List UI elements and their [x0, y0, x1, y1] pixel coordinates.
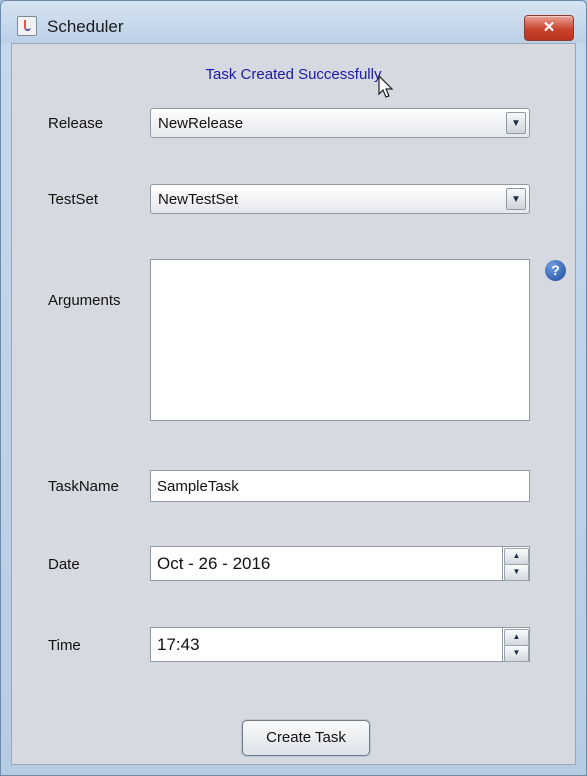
release-dropdown[interactable]: NewRelease ▼ — [150, 108, 530, 138]
title-bar[interactable]: Scheduler ✕ — [1, 1, 586, 43]
dropdown-arrow-icon[interactable]: ▼ — [506, 188, 526, 210]
arguments-label: Arguments — [48, 292, 121, 309]
form-panel: Task Created Successfully Release NewRel… — [11, 43, 576, 765]
release-selected-value: NewRelease — [158, 115, 244, 132]
time-decrement-icon[interactable]: ▼ — [504, 645, 529, 662]
date-spinner[interactable]: Oct - 26 - 2016 ▲ ▼ — [150, 546, 530, 581]
testset-selected-value: NewTestSet — [158, 191, 239, 208]
time-spin-buttons: ▲ ▼ — [502, 628, 529, 662]
scheduler-window: Scheduler ✕ Task Created Successfully Re… — [0, 0, 587, 776]
date-decrement-icon[interactable]: ▼ — [504, 564, 529, 581]
date-spin-buttons: ▲ ▼ — [502, 547, 529, 581]
date-increment-icon[interactable]: ▲ — [504, 548, 529, 565]
time-increment-icon[interactable]: ▲ — [504, 629, 529, 646]
window-title: Scheduler — [47, 17, 124, 36]
dropdown-arrow-icon[interactable]: ▼ — [506, 112, 526, 134]
date-value: Oct - 26 - 2016 — [157, 554, 271, 573]
time-spinner[interactable]: 17:43 ▲ ▼ — [150, 627, 530, 662]
taskname-input[interactable]: SampleTask — [150, 470, 530, 502]
time-label: Time — [48, 637, 81, 654]
testset-dropdown[interactable]: NewTestSet ▼ — [150, 184, 530, 214]
arguments-textarea[interactable] — [150, 259, 530, 421]
time-value: 17:43 — [157, 635, 200, 654]
close-button[interactable]: ✕ — [524, 15, 574, 41]
testset-label: TestSet — [48, 191, 99, 208]
release-label: Release — [48, 115, 104, 132]
taskname-label: TaskName — [48, 478, 119, 495]
create-task-button[interactable]: Create Task — [242, 720, 370, 756]
java-app-icon — [17, 16, 37, 36]
help-question-icon[interactable]: ? — [545, 260, 566, 281]
date-label: Date — [48, 556, 80, 573]
status-message: Task Created Successfully — [205, 66, 382, 83]
